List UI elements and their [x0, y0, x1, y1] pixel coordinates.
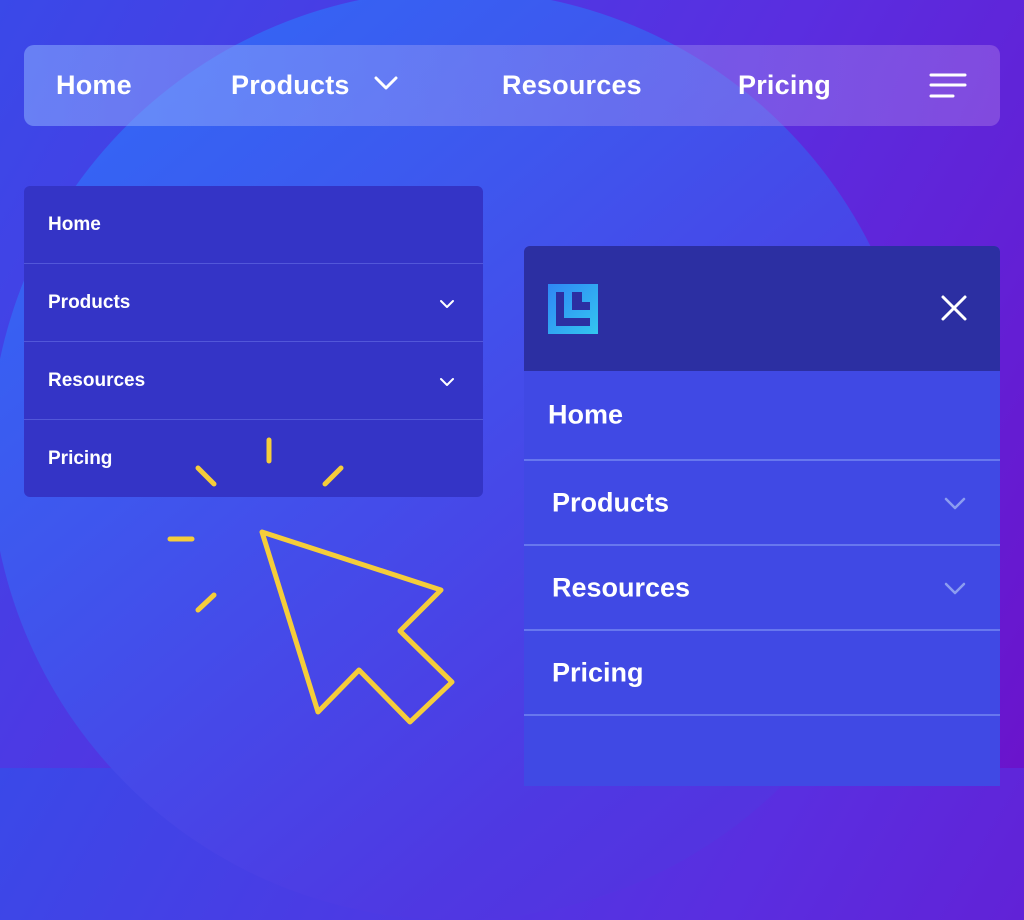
mobile-item-label: Pricing: [552, 657, 644, 687]
dropdown-item-resources[interactable]: Resources: [24, 342, 483, 420]
chevron-down-icon[interactable]: [374, 75, 398, 96]
mobile-item-label: Resources: [552, 572, 691, 602]
click-cursor-icon: [167, 437, 455, 725]
dropdown-item-label: Home: [48, 213, 101, 235]
mobile-item-pricing[interactable]: Pricing: [524, 631, 1000, 716]
dropdown-item-label: Products: [48, 291, 131, 313]
chevron-down-icon[interactable]: [944, 582, 966, 601]
mobile-item-home[interactable]: Home: [524, 371, 1000, 461]
mobile-menu-header: [524, 246, 1000, 371]
dropdown-item-products[interactable]: Products: [24, 264, 483, 342]
chevron-down-icon[interactable]: [439, 374, 455, 392]
chevron-down-icon[interactable]: [944, 497, 966, 516]
top-navigation-bar: Home Products Resources Pricing: [24, 45, 1000, 126]
dropdown-item-home[interactable]: Home: [24, 186, 483, 264]
chevron-down-icon[interactable]: [439, 296, 455, 314]
mobile-item-products[interactable]: Products: [524, 461, 1000, 546]
mobile-menu-panel: Home Products Resources Pricing: [524, 246, 1000, 786]
hamburger-menu-icon[interactable]: [929, 72, 967, 105]
nav-item-pricing[interactable]: Pricing: [738, 70, 831, 101]
close-icon[interactable]: [940, 294, 968, 327]
nav-item-home[interactable]: Home: [56, 70, 132, 101]
dropdown-item-label: Pricing: [48, 447, 113, 469]
nav-item-products[interactable]: Products: [231, 70, 350, 101]
mobile-item-label: Home: [548, 399, 624, 430]
nav-item-resources[interactable]: Resources: [502, 70, 642, 101]
dropdown-item-label: Resources: [48, 369, 146, 391]
mobile-item-resources[interactable]: Resources: [524, 546, 1000, 631]
mobile-item-label: Products: [552, 487, 670, 517]
brand-logo-icon: [548, 284, 598, 334]
